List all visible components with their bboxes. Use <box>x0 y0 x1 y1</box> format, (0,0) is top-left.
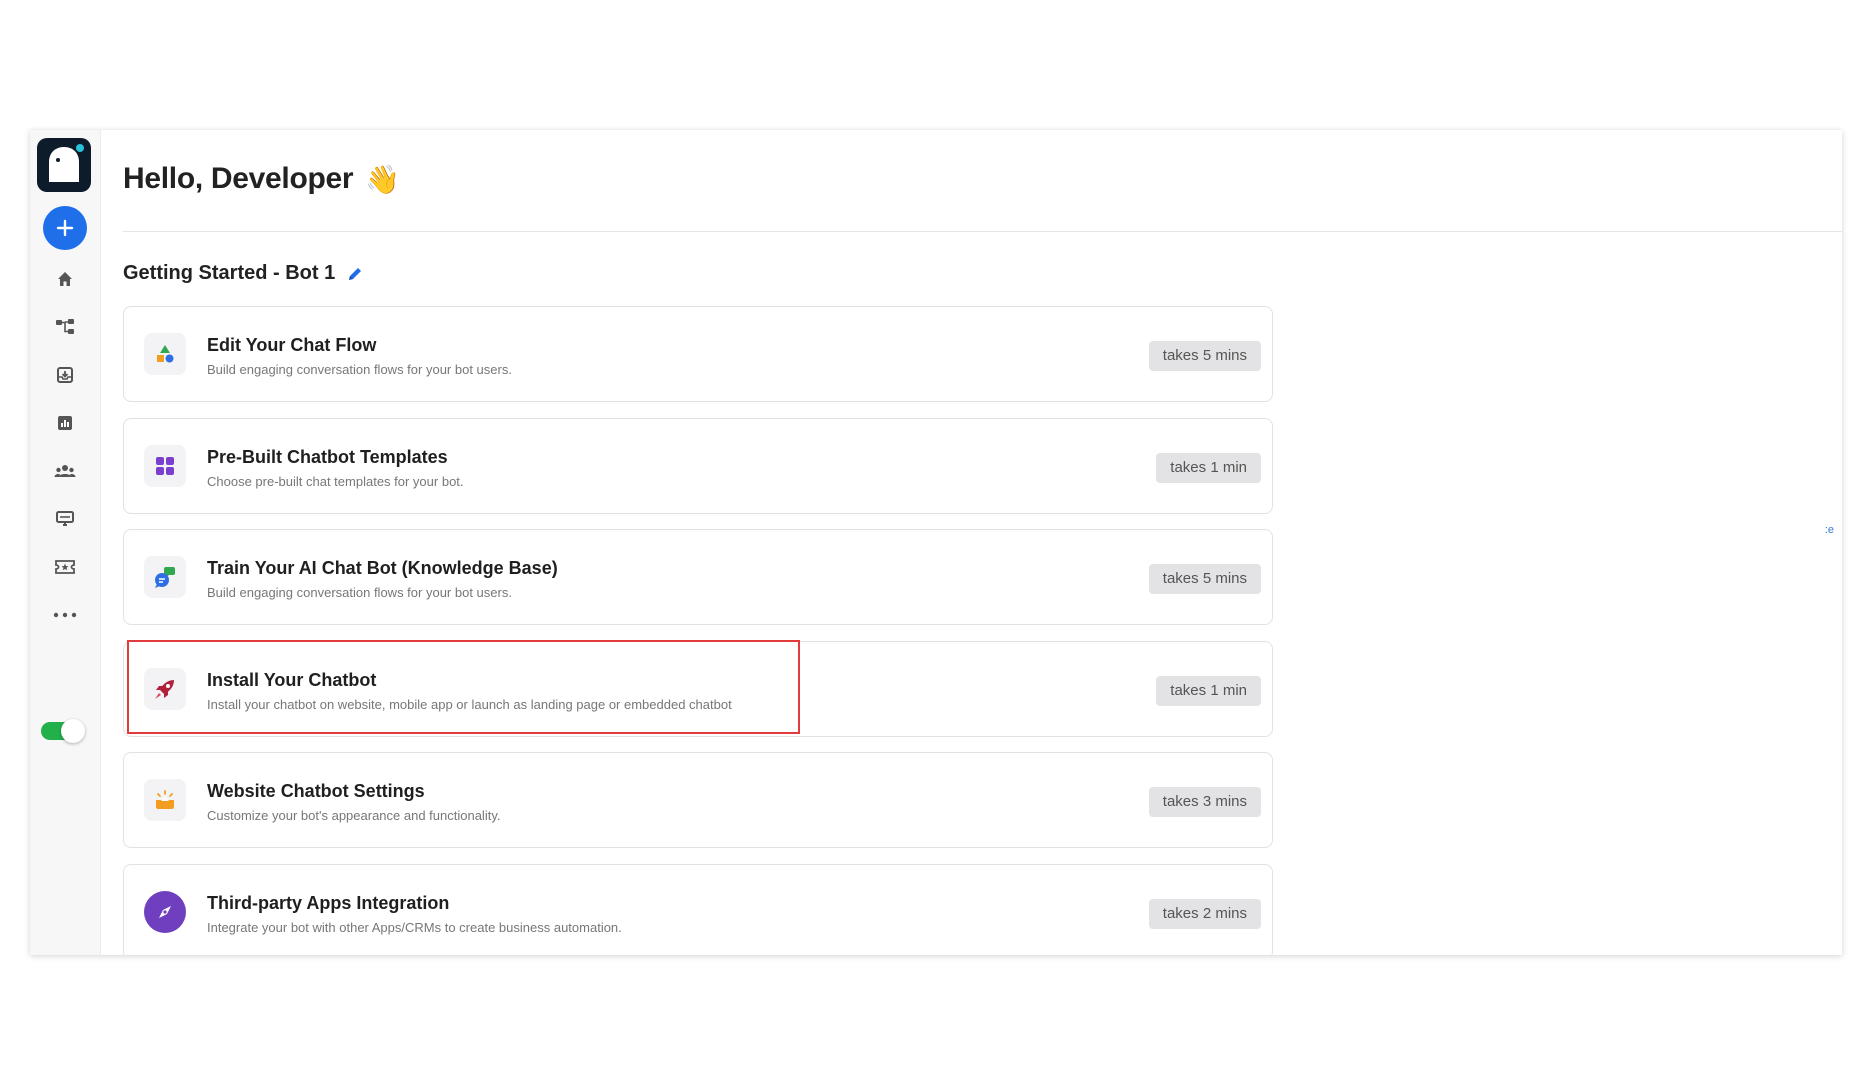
sidebar-item-monitor[interactable] <box>47 501 83 537</box>
inbox-icon <box>57 367 73 383</box>
sidebar-item-analytics[interactable] <box>47 405 83 441</box>
time-badge: takes 5 mins <box>1148 341 1261 371</box>
grid-icon <box>144 445 186 487</box>
sidebar-item-inbox[interactable] <box>47 357 83 393</box>
task-title: Install Your Chatbot <box>207 670 377 690</box>
time-badge: takes 3 mins <box>1148 787 1261 817</box>
task-title: Third-party Apps Integration <box>207 893 450 913</box>
task-description: Install your chatbot on website, mobile … <box>207 697 732 712</box>
task-description: Build engaging conversation flows for yo… <box>207 585 512 600</box>
task-title: Pre-Built Chatbot Templates <box>207 447 448 467</box>
sidebar-item-users[interactable] <box>47 453 83 489</box>
monitor-icon <box>56 511 74 526</box>
home-icon <box>58 272 72 286</box>
toggle-knob <box>61 719 85 743</box>
rocket-icon <box>144 668 186 710</box>
time-badge: takes 5 mins <box>1148 564 1261 594</box>
sidebar <box>30 130 101 955</box>
time-badge: takes 1 min <box>1156 676 1261 706</box>
header-divider <box>123 231 1842 232</box>
sparkle-tray-icon <box>144 779 186 821</box>
shapes-icon <box>144 333 186 375</box>
task-description: Customize your bot's appearance and func… <box>207 808 501 823</box>
task-description: Choose pre-built chat templates for your… <box>207 474 464 489</box>
task-title: Website Chatbot Settings <box>207 781 425 801</box>
ticket-icon <box>55 560 75 574</box>
pencil-icon[interactable] <box>347 266 363 282</box>
sidebar-item-tickets[interactable] <box>47 549 83 585</box>
chat-bubbles-icon <box>144 556 186 598</box>
edge-text: :e <box>1824 524 1834 536</box>
compass-icon <box>144 891 186 933</box>
task-card-pre-built-templates[interactable]: Pre-Built Chatbot Templates Choose pre-b… <box>123 418 1273 514</box>
task-card-train-ai-bot[interactable]: Train Your AI Chat Bot (Knowledge Base) … <box>123 529 1273 625</box>
flow-icon <box>56 319 74 334</box>
task-title: Edit Your Chat Flow <box>207 335 377 355</box>
task-card-third-party-integration[interactable]: Third-party Apps Integration Integrate y… <box>123 864 1273 955</box>
sidebar-item-home[interactable] <box>47 261 83 297</box>
bar-chart-icon <box>58 416 72 430</box>
sidebar-item-flow[interactable] <box>47 309 83 345</box>
task-card-install-chatbot[interactable]: Install Your Chatbot Install your chatbo… <box>123 641 1273 737</box>
main-content: Hello, Developer 👋 Getting Started - Bot… <box>101 130 1842 955</box>
section-header: Getting Started - Bot 1 <box>123 262 363 285</box>
sidebar-item-more[interactable] <box>47 597 83 633</box>
waving-hand-icon: 👋 <box>365 163 400 195</box>
greeting-text: Hello, Developer <box>123 162 354 195</box>
add-bot-button[interactable] <box>43 206 87 250</box>
task-description: Integrate your bot with other Apps/CRMs … <box>207 920 622 935</box>
plus-icon <box>56 219 74 237</box>
time-badge: takes 1 min <box>1156 453 1261 483</box>
app-window: Hello, Developer 👋 Getting Started - Bot… <box>30 130 1842 955</box>
status-toggle[interactable] <box>41 719 85 743</box>
users-icon <box>54 465 76 477</box>
ghost-logo-icon[interactable] <box>37 138 91 192</box>
page-title: Hello, Developer 👋 <box>123 162 400 196</box>
section-title: Getting Started - Bot 1 <box>123 262 336 284</box>
time-badge: takes 2 mins <box>1148 899 1261 929</box>
task-title: Train Your AI Chat Bot (Knowledge Base) <box>207 558 558 578</box>
task-card-edit-chat-flow[interactable]: Edit Your Chat Flow Build engaging conve… <box>123 306 1273 402</box>
task-description: Build engaging conversation flows for yo… <box>207 362 512 377</box>
task-card-website-settings[interactable]: Website Chatbot Settings Customize your … <box>123 752 1273 848</box>
more-dots-icon <box>53 612 77 618</box>
